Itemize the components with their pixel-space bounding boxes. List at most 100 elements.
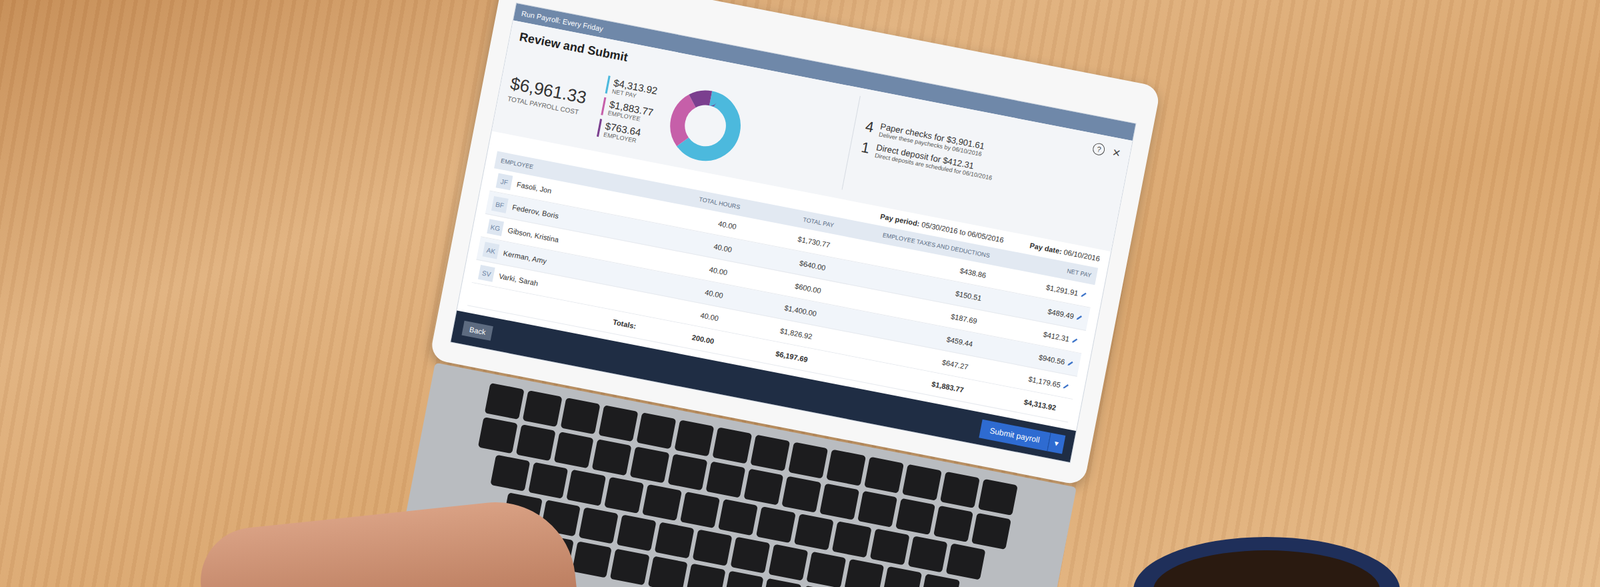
initials-badge: KG (486, 218, 504, 236)
key (668, 453, 708, 490)
key (718, 498, 758, 536)
key (636, 412, 677, 449)
key (946, 542, 986, 580)
legend-item: $763.64EMPLOYER (596, 118, 650, 146)
donut-segment (672, 93, 738, 159)
key (806, 551, 846, 587)
employee-cell: AKKerman, Amy (476, 238, 652, 291)
key (566, 469, 606, 506)
key (592, 438, 632, 476)
net-pay-cell: $940.56 (976, 338, 1081, 372)
column-header: TOTAL HOURS (666, 187, 746, 214)
net-pay-value: $940.56 (1038, 352, 1066, 366)
laptop: Run Payroll: Every FridayReview and Subm… (389, 0, 1161, 587)
key (902, 464, 942, 501)
key (788, 442, 828, 479)
employee-name: Fasoli, Jon (516, 180, 553, 195)
key (598, 404, 639, 442)
key (604, 476, 644, 514)
column-header: EMPLOYEE (494, 154, 669, 200)
payment-item: 1Direct deposit for $412.31Direct deposi… (860, 138, 1114, 205)
submit-payroll-button[interactable]: Submit payroll (978, 419, 1050, 451)
edit-pencil-icon[interactable] (1070, 336, 1080, 345)
employee-name: Gibson, Kristina (507, 226, 560, 244)
hand (195, 494, 578, 587)
back-button[interactable]: Back (461, 320, 494, 341)
payment-list: 4Paper checks for $3,901.61Deliver these… (860, 118, 1118, 205)
employee-name: Federov, Boris (511, 203, 560, 220)
key (895, 498, 936, 535)
key (882, 566, 922, 587)
key (781, 476, 822, 513)
net-pay-cell: $489.49 (985, 292, 1090, 326)
submit-group: Submit payroll▾ (978, 419, 1066, 454)
pay-date-label: Pay date: (1029, 241, 1063, 256)
pay-date-value: 06/10/2016 (1063, 248, 1101, 263)
key (756, 506, 796, 543)
key (870, 528, 910, 565)
key (864, 456, 904, 494)
key (844, 558, 884, 587)
initials-badge: AK (482, 242, 500, 260)
key (794, 513, 834, 550)
key (572, 540, 612, 578)
pay-period-label: Pay period: (879, 212, 920, 228)
key (857, 490, 898, 528)
key (819, 483, 860, 520)
help-button[interactable]: ? (1092, 142, 1106, 156)
key (978, 478, 1018, 516)
key (933, 505, 974, 542)
submit-menu-button[interactable]: ▾ (1046, 432, 1066, 454)
edit-pencil-icon[interactable] (1066, 358, 1075, 368)
key (712, 426, 752, 464)
key (724, 570, 764, 587)
key (692, 529, 733, 566)
key (832, 520, 872, 558)
net-pay-value: $412.31 (1042, 330, 1070, 343)
key (578, 506, 619, 544)
hours-cell: 40.00 (648, 274, 730, 303)
key (560, 397, 601, 434)
key (490, 454, 530, 492)
edit-pencil-icon[interactable] (1062, 381, 1071, 390)
key (654, 521, 695, 558)
initials-badge: JF (496, 173, 514, 191)
key (940, 471, 980, 508)
employee-cell: BFFederov, Boris (485, 192, 661, 245)
key (516, 424, 556, 461)
donut-segment (672, 93, 738, 159)
key (478, 416, 518, 454)
key (730, 536, 771, 574)
key (610, 548, 650, 585)
key (616, 514, 657, 551)
key (554, 431, 594, 468)
key (522, 390, 563, 427)
key (768, 544, 809, 581)
key (908, 535, 948, 572)
employee-name: Kerman, Amy (502, 248, 548, 265)
close-button[interactable]: × (1111, 145, 1122, 160)
initials-badge: BF (491, 196, 509, 214)
desk-photo: Run Payroll: Every FridayReview and Subm… (0, 0, 1600, 587)
employee-name: Varki, Sarah (498, 272, 539, 288)
key (648, 556, 688, 587)
edit-pencil-icon[interactable] (1079, 290, 1088, 299)
key (971, 512, 1012, 550)
key (630, 446, 670, 483)
key (484, 382, 525, 420)
coffee (1153, 550, 1380, 587)
net-pay-value: $489.49 (1047, 307, 1075, 320)
hours-cell: 40.00 (658, 228, 739, 257)
coffee-cup (1133, 536, 1400, 587)
donut-segment (672, 93, 738, 159)
payment-count: 4 (864, 118, 878, 138)
key (528, 462, 568, 499)
key (750, 434, 790, 471)
key (674, 419, 714, 456)
key (920, 573, 960, 587)
initials-badge: SV (478, 264, 496, 282)
key (743, 468, 784, 506)
edit-pencil-icon[interactable] (1075, 312, 1084, 322)
key (686, 563, 726, 587)
key (642, 484, 682, 521)
